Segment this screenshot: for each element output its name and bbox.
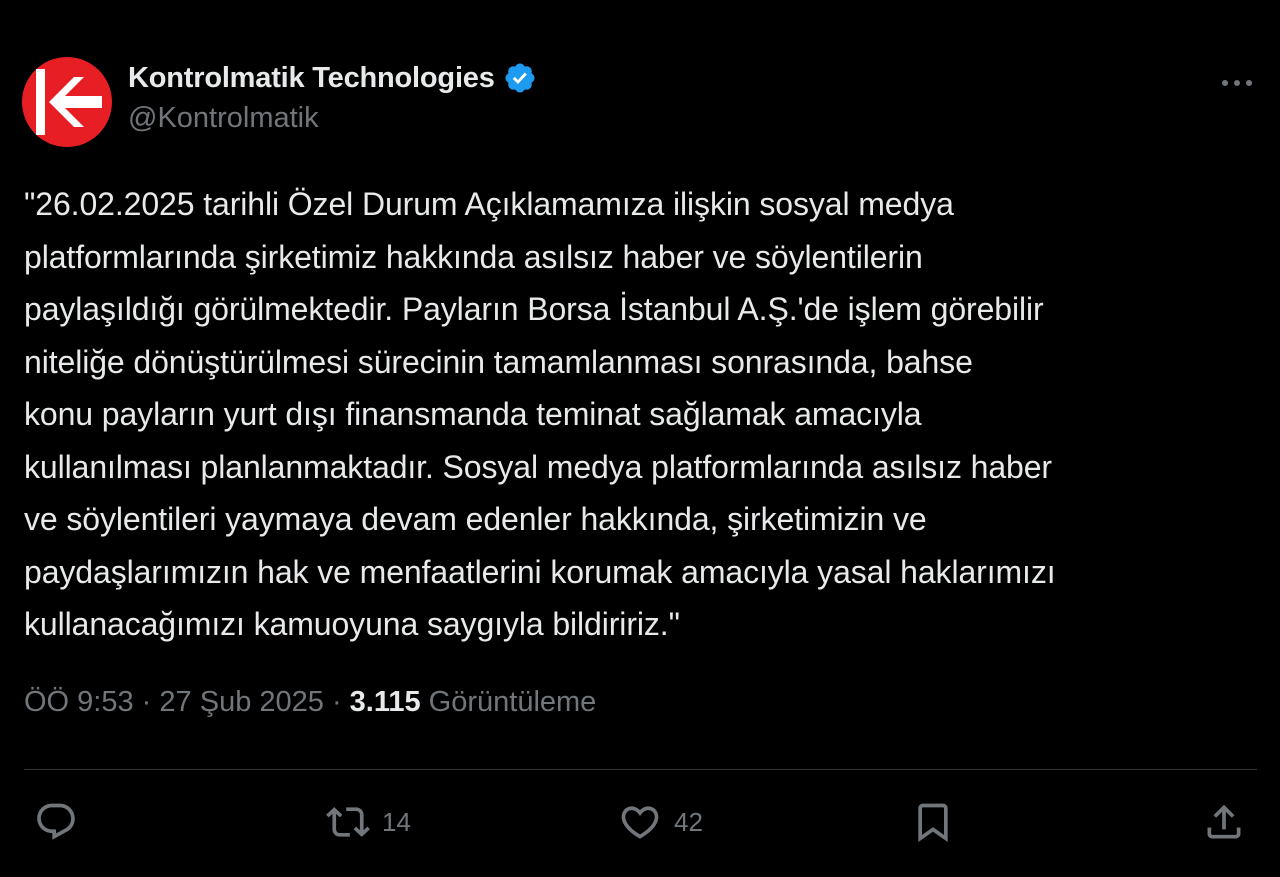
more-options-icon xyxy=(1222,80,1252,86)
tweet-date[interactable]: 27 Şub 2025 xyxy=(159,686,323,719)
tweet-card: Kontrolmatik Technologies @Kontrolmatik … xyxy=(0,0,1280,877)
meta-separator: · xyxy=(323,686,350,718)
meta-separator: · xyxy=(133,686,160,718)
avatar[interactable] xyxy=(22,57,112,147)
tweet-text: "26.02.2025 tarihli Özel Durum Açıklamam… xyxy=(24,186,1056,642)
share-icon xyxy=(1207,804,1241,839)
views-count: 3.115 xyxy=(349,686,421,718)
reply-button[interactable] xyxy=(34,800,90,844)
divider xyxy=(24,769,1257,770)
like-count: 42 xyxy=(674,806,703,837)
heart-icon xyxy=(621,806,659,839)
tweet-time[interactable]: ÖÖ 9:53 xyxy=(24,686,134,719)
bookmark-icon xyxy=(918,803,948,843)
retweet-icon xyxy=(326,807,370,837)
like-button[interactable]: 42 xyxy=(618,800,703,844)
retweet-count: 14 xyxy=(382,806,411,837)
retweet-button[interactable]: 14 xyxy=(326,800,411,844)
share-button[interactable] xyxy=(1202,800,1246,844)
author-display-name[interactable]: Kontrolmatik Technologies xyxy=(128,62,495,95)
author-handle[interactable]: @Kontrolmatik xyxy=(128,102,319,135)
more-options-button[interactable] xyxy=(1220,66,1254,100)
verified-badge-icon xyxy=(503,61,537,95)
views-label: Görüntüleme xyxy=(428,686,597,718)
tweet-meta: ÖÖ 9:53 · 27 Şub 2025 · 3.115 Görüntülem… xyxy=(24,686,596,719)
kontrolmatik-logo-icon xyxy=(36,69,102,135)
bookmark-button[interactable] xyxy=(911,800,955,844)
reply-icon xyxy=(37,803,75,840)
author-name-row: Kontrolmatik Technologies xyxy=(128,58,537,98)
